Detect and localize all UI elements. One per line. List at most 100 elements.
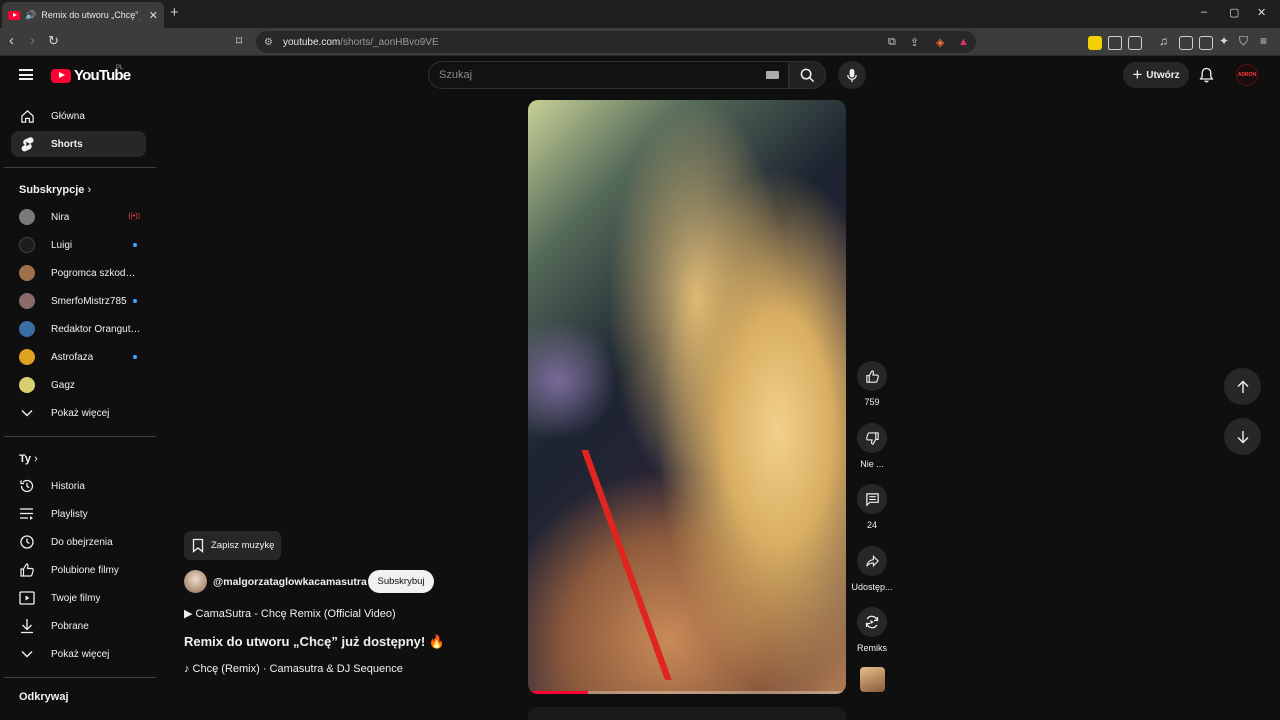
subscription-item[interactable]: Gagz	[11, 372, 146, 398]
subscription-item[interactable]: Nira ((•))	[11, 204, 146, 230]
sidebar-item-label: Twoje filmy	[51, 592, 101, 604]
url-text[interactable]: youtube.com/shorts/_aonHBvo9VE	[283, 37, 439, 48]
sound-link[interactable]: ♪ Chcę (Remix) · Camasutra & DJ Sequence	[184, 663, 403, 675]
show-more-you[interactable]: Pokaż więcej	[11, 641, 146, 667]
sidebar-item-label: Playlisty	[51, 508, 88, 520]
maximize-button[interactable]: ▢	[1229, 6, 1239, 19]
previous-short-button[interactable]	[1224, 368, 1261, 405]
show-more-subscriptions[interactable]: Pokaż więcej	[11, 400, 146, 426]
next-short-preview[interactable]	[528, 707, 846, 720]
sidebar-item-watch-later[interactable]: Do obejrzenia	[11, 529, 146, 555]
close-window-button[interactable]: ✕	[1257, 6, 1266, 19]
wallet-icon[interactable]	[1199, 36, 1213, 50]
comments-button[interactable]	[857, 484, 887, 514]
history-icon	[19, 478, 35, 494]
save-music-button[interactable]: Zapisz muzykę	[184, 531, 281, 560]
share-button[interactable]	[857, 546, 887, 576]
dislike-label: Nie ...	[860, 459, 884, 469]
channel-handle[interactable]: @malgorzataglowkacamasutra	[213, 576, 367, 588]
new-content-dot	[133, 355, 137, 359]
sidebar-divider	[4, 167, 156, 168]
progress-fill	[528, 691, 589, 694]
show-more-label: Pokaż więcej	[51, 648, 110, 660]
chevron-right-icon: ›	[34, 453, 38, 465]
sidebar-item-label: Do obejrzenia	[51, 536, 113, 548]
sound-thumbnail[interactable]	[860, 667, 885, 692]
media-controls-icon[interactable]: ♫	[1159, 33, 1168, 49]
sidebar-item-liked[interactable]: Polubione filmy	[11, 557, 146, 583]
tab-title: Remix do utworu „Chcę” już d	[41, 10, 141, 20]
chevron-right-icon: ›	[87, 184, 92, 196]
rewards-icon[interactable]: ▲	[958, 36, 969, 48]
channel-avatar	[19, 349, 35, 365]
browser-tab[interactable]: 🔊 Remix do utworu „Chcę” już d ✕	[2, 2, 164, 28]
forward-icon[interactable]: ›	[30, 33, 35, 49]
subscription-item[interactable]: SmerfoMistrz785	[11, 288, 146, 314]
you-heading[interactable]: Ty ›	[19, 453, 38, 465]
channel-avatar-icon	[19, 265, 35, 281]
downloads-icon	[19, 618, 35, 634]
channel-avatar-icon	[19, 237, 35, 253]
new-tab-button[interactable]: +	[170, 4, 179, 21]
remix-button[interactable]	[857, 607, 887, 637]
open-in-app-icon[interactable]: ⧉	[888, 36, 896, 49]
search-button[interactable]	[788, 61, 826, 89]
subscription-item[interactable]: Astrofaza	[11, 344, 146, 370]
like-count: 759	[864, 397, 880, 407]
browser-menu-icon[interactable]: ≡	[1260, 33, 1267, 49]
save-music-label: Zapisz muzykę	[211, 540, 275, 551]
bookmark-icon[interactable]: ⌑	[236, 33, 242, 49]
share-page-icon[interactable]: ⇪	[910, 36, 919, 49]
like-button[interactable]	[857, 361, 887, 391]
leo-ai-icon[interactable]: ✦	[1219, 33, 1229, 49]
subscription-label: SmerfoMistrz785	[51, 295, 127, 307]
linked-video-link[interactable]: ▶ CamaSutra - Chcę Remix (Official Video…	[184, 607, 396, 620]
account-avatar[interactable]: ADRON	[1236, 64, 1258, 86]
share-label: Udostęp...	[851, 582, 893, 592]
share-icon	[865, 554, 879, 567]
keyboard-icon[interactable]	[766, 71, 779, 79]
short-video-player[interactable]	[528, 100, 846, 694]
site-info-icon[interactable]: ⚙	[264, 37, 273, 48]
notifications-bell-icon[interactable]	[1199, 67, 1214, 83]
thumbs-up-icon	[865, 369, 879, 383]
voice-search-button[interactable]	[838, 61, 866, 89]
search-input[interactable]: Szukaj	[428, 61, 788, 89]
sidebar-item-your-videos[interactable]: Twoje filmy	[11, 585, 146, 611]
subscribe-button[interactable]: Subskrybuj	[368, 570, 434, 593]
subscription-label: Luigi	[51, 239, 73, 251]
create-button[interactable]: + Utwórz	[1123, 62, 1189, 88]
audio-playing-icon[interactable]: 🔊	[25, 10, 36, 21]
sidebar-toggle-icon[interactable]	[1179, 36, 1193, 50]
subscription-item[interactable]: Luigi	[11, 232, 146, 258]
next-short-button[interactable]	[1224, 418, 1261, 455]
address-bar[interactable]: ⚙ youtube.com/shorts/_aonHBvo9VE ⧉ ⇪ ◈ ▲	[256, 31, 976, 53]
dislike-button[interactable]	[857, 423, 887, 453]
subscriptions-heading[interactable]: Subskrypcje ›	[19, 184, 91, 196]
sidebar-item-downloads[interactable]: Pobrane	[11, 613, 146, 639]
subscription-item[interactable]: Redaktor Orangutan	[11, 316, 146, 342]
sidebar-item-history[interactable]: Historia	[11, 473, 146, 499]
menu-icon[interactable]	[19, 69, 33, 80]
you-heading-label: Ty	[19, 453, 32, 465]
sidebar-item-shorts[interactable]: Shorts	[11, 131, 146, 157]
subscription-item[interactable]: Pogromca szkodni...	[11, 260, 146, 286]
video-frame-detail	[581, 450, 760, 680]
extension-icon[interactable]	[1088, 36, 1102, 50]
vpn-icon[interactable]: ⛉	[1239, 33, 1248, 49]
new-content-dot	[133, 243, 137, 247]
arrow-up-icon	[1237, 380, 1248, 393]
extensions-puzzle-icon[interactable]	[1108, 36, 1122, 50]
channel-avatar	[19, 377, 35, 393]
channel-avatar[interactable]	[184, 570, 207, 593]
back-icon[interactable]: ‹	[9, 33, 14, 49]
new-content-dot	[133, 299, 137, 303]
sidebar-item-playlists[interactable]: Playlisty	[11, 501, 146, 527]
minimize-button[interactable]: –	[1201, 6, 1207, 18]
sidebar-item-home[interactable]: Główna	[11, 103, 146, 129]
reload-icon[interactable]: ↻	[48, 33, 59, 49]
subscription-label: Gagz	[51, 379, 75, 391]
brave-shields-icon[interactable]: ◈	[936, 36, 944, 49]
screenshot-icon[interactable]	[1128, 36, 1142, 50]
tab-close-icon[interactable]: ✕	[149, 9, 158, 22]
